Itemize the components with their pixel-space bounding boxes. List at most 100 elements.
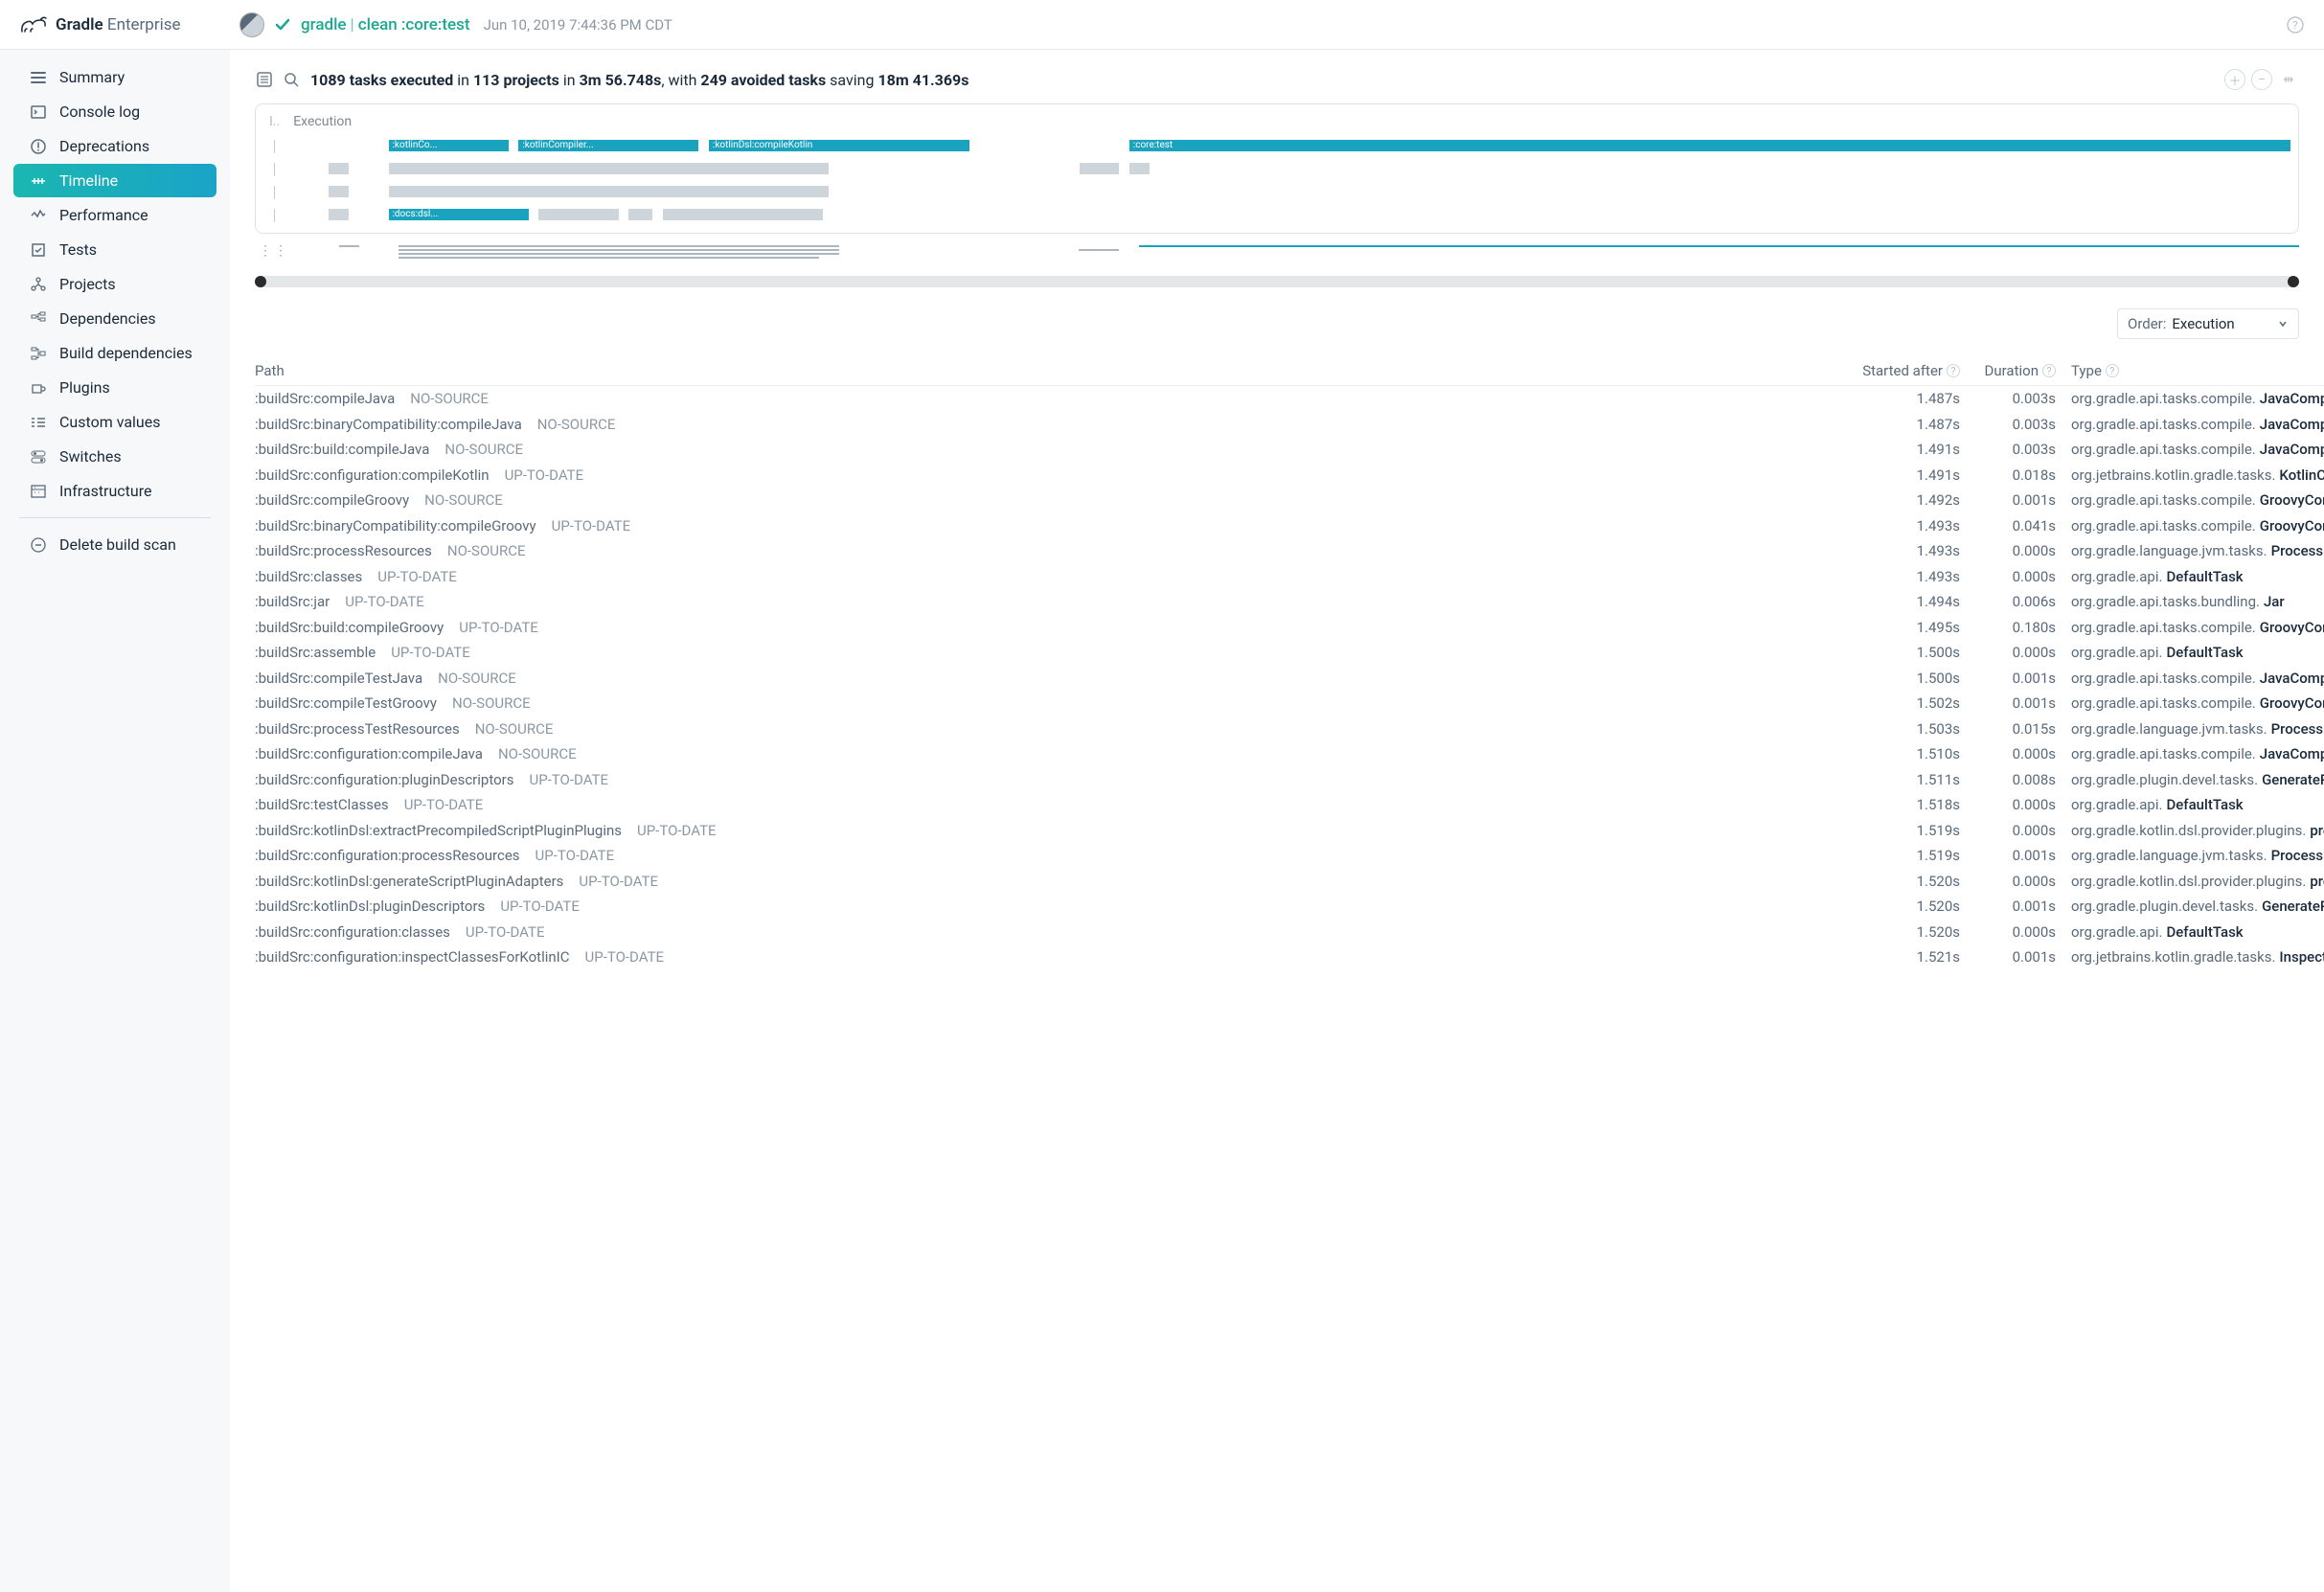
console-icon — [29, 103, 48, 121]
viz-bar[interactable] — [1129, 163, 1150, 174]
table-row[interactable]: :buildSrc:kotlinDsl:extractPrecompiledSc… — [255, 818, 2324, 844]
task-duration: 0.000s — [1960, 871, 2056, 893]
build-info: gradle|clean :core:test Jun 10, 2019 7:4… — [239, 12, 672, 37]
viz-row[interactable]: │:docs:dsl... — [269, 206, 2290, 223]
table-row[interactable]: :buildSrc:configuration:classesUP-TO-DAT… — [255, 920, 2324, 945]
timeline-range-slider[interactable] — [255, 276, 2299, 287]
table-row[interactable]: :buildSrc:build:compileGroovyUP-TO-DATE1… — [255, 615, 2324, 641]
task-status: NO-SOURCE — [410, 390, 489, 407]
col-path[interactable]: Path — [255, 362, 1845, 379]
sidebar-item-performance[interactable]: Performance — [13, 198, 216, 232]
table-row[interactable]: :buildSrc:binaryCompatibility:compileGro… — [255, 513, 2324, 539]
viz-bar[interactable] — [329, 186, 349, 197]
table-row[interactable]: :buildSrc:configuration:compileKotlinUP-… — [255, 463, 2324, 489]
sidebar-item-console[interactable]: Console log — [13, 95, 216, 128]
sidebar-item-custom-values[interactable]: Custom values — [13, 405, 216, 439]
avatar[interactable] — [239, 12, 264, 37]
help-icon[interactable]: ? — [2106, 364, 2119, 377]
table-row[interactable]: :buildSrc:build:compileJavaNO-SOURCE1.49… — [255, 437, 2324, 463]
viz-bar[interactable] — [628, 209, 652, 220]
sidebar-item-delete[interactable]: Delete build scan — [13, 528, 216, 561]
table-row[interactable]: :buildSrc:processResourcesNO-SOURCE1.493… — [255, 538, 2324, 564]
table-row[interactable]: :buildSrc:processTestResourcesNO-SOURCE1… — [255, 716, 2324, 742]
table-row[interactable]: :buildSrc:testClassesUP-TO-DATE1.518s0.0… — [255, 792, 2324, 818]
sidebar-item-switches[interactable]: Switches — [13, 440, 216, 473]
sidebar-item-plugins[interactable]: Plugins — [13, 371, 216, 404]
viz-row[interactable]: │ — [269, 183, 2290, 200]
sidebar-item-dependencies[interactable]: Dependencies — [13, 302, 216, 335]
task-status: NO-SOURCE — [447, 542, 526, 559]
viz-bar[interactable]: :kotlinCompiler... — [518, 140, 698, 151]
viz-track[interactable]: :kotlinCo... :kotlinCompiler... :kotlinDsl… — [288, 140, 2290, 151]
table-row[interactable]: :buildSrc:compileGroovyNO-SOURCE1.492s0.… — [255, 488, 2324, 513]
table-row[interactable]: :buildSrc:configuration:processResources… — [255, 843, 2324, 869]
task-path: :buildSrc:configuration:inspectClassesFo… — [255, 948, 570, 966]
col-started[interactable]: Started after? — [1845, 362, 1960, 379]
task-path: :buildSrc:configuration:compileJava — [255, 745, 483, 762]
sidebar-item-summary[interactable]: Summary — [13, 60, 216, 94]
table-row[interactable]: :buildSrc:jarUP-TO-DATE1.494s0.006sorg.g… — [255, 589, 2324, 615]
task-path: :buildSrc:configuration:pluginDescriptor… — [255, 771, 513, 788]
task-duration: 0.180s — [1960, 617, 2056, 639]
table-row[interactable]: :buildSrc:compileTestJavaNO-SOURCE1.500s… — [255, 666, 2324, 692]
sidebar-item-deprecations[interactable]: Deprecations — [13, 129, 216, 163]
col-type[interactable]: Type? — [2056, 362, 2324, 379]
viz-bar[interactable] — [538, 209, 619, 220]
viz-bar[interactable]: :core:test — [1129, 140, 2290, 151]
task-type: org.jetbrains.kotlin.gradle.tasks.Kotlin… — [2056, 465, 2324, 487]
expand-icon[interactable]: ⇹ — [2278, 69, 2299, 90]
order-select[interactable]: Order: Execution — [2117, 308, 2299, 339]
add-icon[interactable]: ＋ — [2224, 69, 2245, 90]
viz-bar[interactable]: :kotlinDsl:compileKotlin — [709, 140, 969, 151]
search-icon[interactable] — [282, 70, 301, 89]
viz-bar[interactable] — [1080, 163, 1120, 174]
summary-text: 1089 tasks executed in 113 projects in 3… — [310, 71, 968, 89]
task-status: NO-SOURCE — [475, 720, 554, 738]
viz-bar[interactable]: :docs:dsl... — [389, 209, 529, 220]
timeline-minimap[interactable]: ⋮⋮ — [255, 243, 2299, 270]
task-status: NO-SOURCE — [537, 416, 616, 433]
table-row[interactable]: :buildSrc:assembleUP-TO-DATE1.500s0.000s… — [255, 640, 2324, 666]
drag-handle-icon[interactable]: ⋮⋮ — [255, 243, 289, 259]
build-deps-icon — [29, 345, 48, 362]
table-row[interactable]: :buildSrc:configuration:inspectClassesFo… — [255, 944, 2324, 970]
table-row[interactable]: :buildSrc:kotlinDsl:generateScriptPlugin… — [255, 869, 2324, 895]
task-start: 1.510s — [1845, 743, 1960, 765]
help-icon[interactable]: ? — [1947, 364, 1960, 377]
help-icon[interactable]: ? — [2286, 15, 2305, 34]
col-duration[interactable]: Duration? — [1960, 362, 2056, 379]
sidebar-item-timeline[interactable]: Timeline — [13, 164, 216, 197]
sidebar-item-infrastructure[interactable]: Infrastructure — [13, 474, 216, 508]
viz-bar[interactable] — [389, 186, 830, 197]
task-type: org.gradle.api.tasks.compile.GroovyCompi… — [2056, 489, 2324, 512]
task-status: UP-TO-DATE — [500, 898, 580, 915]
table-row[interactable]: :buildSrc:compileJavaNO-SOURCE1.487s0.00… — [255, 386, 2324, 412]
viz-track[interactable] — [288, 186, 2290, 197]
table-row[interactable]: :buildSrc:classesUP-TO-DATE1.493s0.000so… — [255, 564, 2324, 590]
viz-track[interactable]: :docs:dsl... — [288, 209, 2290, 220]
timeline-viz[interactable]: I.. Execution │:kotlinCo...:kotlinCompil… — [255, 103, 2299, 234]
viz-bar[interactable]: :kotlinCo... — [389, 140, 509, 151]
sidebar-item-projects[interactable]: Projects — [13, 267, 216, 301]
table-row[interactable]: :buildSrc:kotlinDsl:pluginDescriptorsUP-… — [255, 894, 2324, 920]
table-row[interactable]: :buildSrc:configuration:pluginDescriptor… — [255, 767, 2324, 793]
remove-icon[interactable]: − — [2251, 69, 2272, 90]
logo[interactable]: Gradle Enterprise — [19, 14, 239, 35]
table-row[interactable]: :buildSrc:compileTestGroovyNO-SOURCE1.50… — [255, 691, 2324, 716]
sidebar-item-build-dependencies[interactable]: Build dependencies — [13, 336, 216, 370]
viz-bar[interactable] — [389, 163, 830, 174]
table-row[interactable]: :buildSrc:configuration:compileJavaNO-SO… — [255, 741, 2324, 767]
task-status: UP-TO-DATE — [585, 948, 665, 966]
sidebar-item-tests[interactable]: Tests — [13, 233, 216, 266]
viz-bar[interactable] — [329, 209, 349, 220]
viz-row[interactable]: │:kotlinCo...:kotlinCompiler...:kotlinDs… — [269, 137, 2290, 154]
viz-track[interactable] — [288, 163, 2290, 174]
build-command[interactable]: gradle|clean :core:test — [301, 15, 470, 34]
help-icon[interactable]: ? — [2042, 364, 2056, 377]
viz-bar[interactable] — [663, 209, 823, 220]
table-row[interactable]: :buildSrc:binaryCompatibility:compileJav… — [255, 412, 2324, 438]
viz-row[interactable]: │ — [269, 160, 2290, 177]
viz-bar[interactable] — [329, 163, 349, 174]
task-type: org.gradle.api.DefaultTask — [2056, 794, 2324, 816]
list-icon[interactable] — [255, 70, 274, 89]
